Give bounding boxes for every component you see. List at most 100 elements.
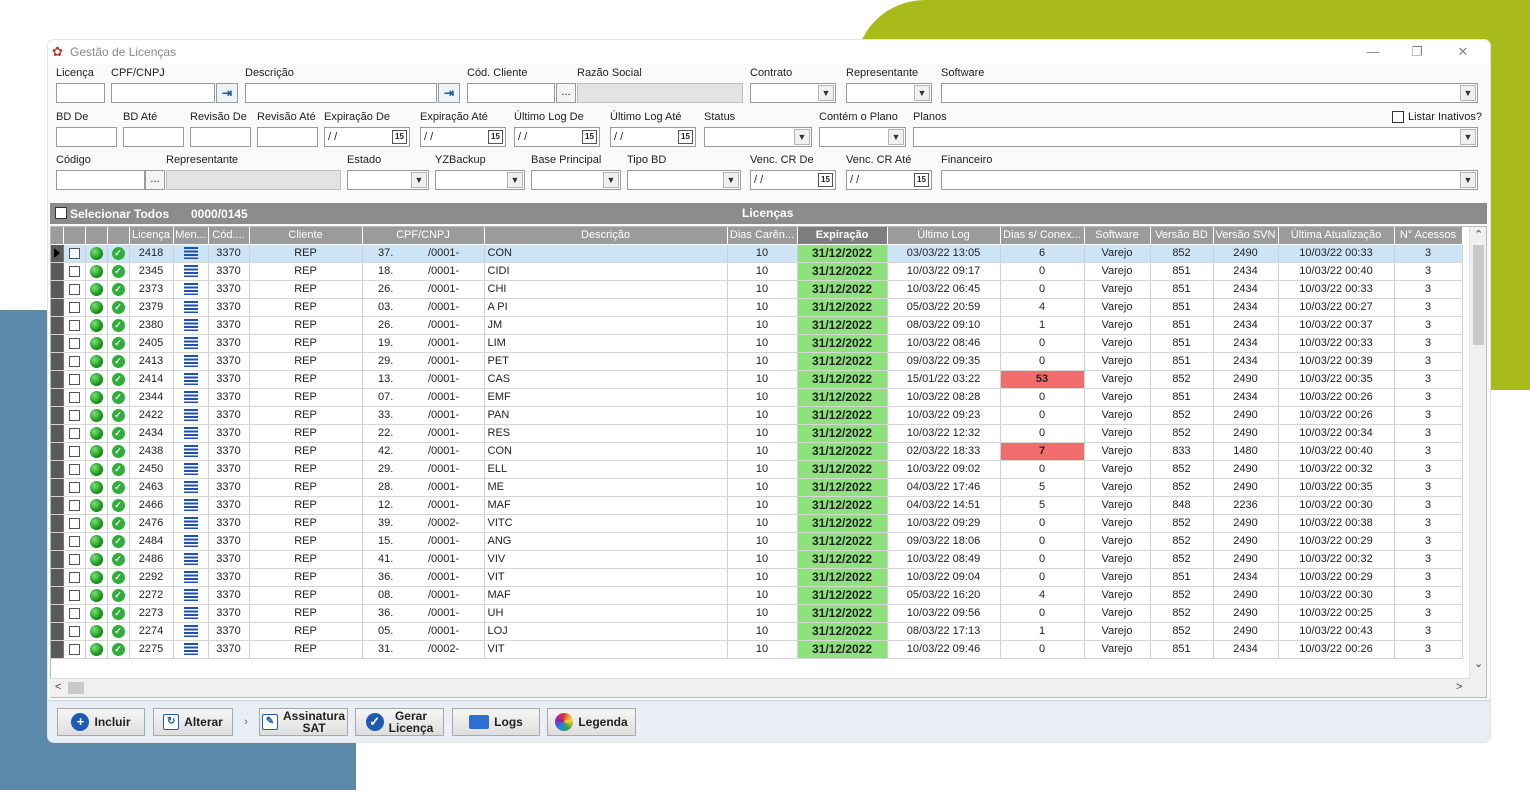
venc-cr-ate-date[interactable]: / / 15 xyxy=(846,170,932,190)
row-checkbox[interactable] xyxy=(68,571,80,583)
horizontal-scrollbar[interactable]: < > xyxy=(50,678,1470,697)
close-icon[interactable]: ✕ xyxy=(1448,42,1478,62)
yzbackup-select[interactable]: ▼ xyxy=(435,170,525,190)
table-row[interactable]: ✓ 2345 3370 REP 18./0001- CIDI 10 31/12/2022 10/… xyxy=(51,262,1463,281)
table-row[interactable]: ✓ 2438 3370 REP 42. /0001- CON 10 31/12/2022 02/0… xyxy=(51,442,1463,461)
table-row[interactable]: ✓ 2450 3370 REP 29./0001- ELL 10 31/12/2022 10/0… xyxy=(51,460,1463,479)
expiracao-de-date[interactable]: / / 15 xyxy=(324,127,410,147)
col-software[interactable]: Software xyxy=(1084,227,1151,245)
table-row[interactable]: ✓ 2274 3370 REP 05. /0001- LOJ 10 31/12/2022 08/0… xyxy=(51,622,1463,641)
software-select[interactable]: ▼ xyxy=(941,83,1478,103)
estado-select[interactable]: ▼ xyxy=(347,170,429,190)
cpf-cnpj-field[interactable] xyxy=(111,83,215,103)
menu-icon[interactable] xyxy=(183,535,198,548)
tipo-bd-select[interactable]: ▼ xyxy=(627,170,741,190)
menu-icon[interactable] xyxy=(183,427,198,440)
chevron-down-icon[interactable]: ▼ xyxy=(914,85,930,101)
col-cliente[interactable]: Cliente xyxy=(249,227,363,245)
alterar-button[interactable]: ↻ Alterar xyxy=(153,708,233,736)
chevron-down-icon[interactable]: ▼ xyxy=(1460,85,1476,101)
menu-icon[interactable] xyxy=(183,499,198,512)
row-checkbox[interactable] xyxy=(68,481,80,493)
row-checkbox[interactable] xyxy=(68,643,80,655)
row-checkbox[interactable] xyxy=(68,301,80,313)
row-checkbox[interactable] xyxy=(68,499,80,511)
table-row[interactable]: ✓ 2275 3370 REP 31./0002- VIT 10 31/12/2022 10/0… xyxy=(51,640,1463,659)
menu-icon[interactable] xyxy=(183,265,198,278)
scroll-down-icon[interactable]: ⌄ xyxy=(1474,657,1483,670)
col-versao-svn[interactable]: Versão SVN xyxy=(1213,227,1279,245)
table-row[interactable]: ✓ 2373 3370 REP 26./0001- CHI 10 31/12/2022 10/0… xyxy=(51,280,1463,299)
menu-icon[interactable] xyxy=(183,607,198,620)
table-row[interactable]: ✓ 2379 3370 REP 03. /0001- A PI 10 31/12/2022 05/… xyxy=(51,298,1463,317)
table-row[interactable]: ✓ 2273 3370 REP 36./0001- UH 10 31/12/2022 10/03… xyxy=(51,604,1463,623)
chevron-down-icon[interactable]: ▼ xyxy=(1460,172,1476,188)
col-dias-carencia[interactable]: Dias Carên... xyxy=(727,227,798,245)
codigo-field[interactable] xyxy=(56,170,145,190)
table-row[interactable]: ✓ 2414 3370 REP 13. /0001- CAS 10 31/12/2022 15/0… xyxy=(51,370,1463,389)
select-all-checkbox[interactable] xyxy=(55,207,67,219)
table-row[interactable]: ✓ 2486 3370 REP 41./0001- VIV 10 31/12/2022 10/0… xyxy=(51,550,1463,569)
codigo-lookup-button[interactable]: ... xyxy=(145,170,165,190)
table-row[interactable]: ✓ 2272 3370 REP 08. /0001- MAF 10 31/12/2022 05/0… xyxy=(51,586,1463,605)
chevron-down-icon[interactable]: ▼ xyxy=(411,172,427,188)
menu-icon[interactable] xyxy=(183,445,198,458)
contrato-select[interactable]: ▼ xyxy=(750,83,836,103)
ultimo-log-de-date[interactable]: / / 15 xyxy=(514,127,600,147)
row-checkbox[interactable] xyxy=(68,355,80,367)
descricao-field[interactable] xyxy=(245,83,437,103)
revisao-ate-field[interactable] xyxy=(257,127,318,147)
table-row[interactable]: ✓ 2380 3370 REP 26. /0001- JM 10 31/12/2022 08/03… xyxy=(51,316,1463,335)
scroll-left-icon[interactable]: < xyxy=(55,681,61,693)
listar-inativos-checkbox[interactable] xyxy=(1392,111,1404,123)
col-ultima-atualizacao[interactable]: Última Atualização xyxy=(1278,227,1395,245)
row-checkbox[interactable] xyxy=(68,337,80,349)
restore-icon[interactable]: ❐ xyxy=(1402,42,1432,62)
table-row[interactable]: ✓ 2476 3370 REP 39./0002- VITC 10 31/12/2022 10/… xyxy=(51,514,1463,533)
calendar-icon[interactable]: 15 xyxy=(914,173,929,187)
table-row[interactable]: ✓ 2466 3370 REP 12. /0001- MAF 10 31/12/2022 04/0… xyxy=(51,496,1463,515)
menu-icon[interactable] xyxy=(183,301,198,314)
chevron-down-icon[interactable]: ▼ xyxy=(507,172,523,188)
select-all-label[interactable]: Selecionar Todos xyxy=(70,207,169,221)
menu-icon[interactable] xyxy=(183,481,198,494)
vertical-scrollbar[interactable]: ⌃ ⌄ xyxy=(1469,227,1486,697)
licenca-field[interactable] xyxy=(56,83,105,103)
col-ultimo-log[interactable]: Último Log xyxy=(887,227,1001,245)
menu-icon[interactable] xyxy=(183,553,198,566)
table-row[interactable]: ✓ 2463 3370 REP 28. /0001- ME 10 31/12/2022 04/03… xyxy=(51,478,1463,497)
row-checkbox[interactable] xyxy=(68,607,80,619)
menu-icon[interactable] xyxy=(183,589,198,602)
col-cpf-cnpj[interactable]: CPF/CNPJ xyxy=(362,227,485,245)
bd-de-field[interactable] xyxy=(56,127,117,147)
table-row[interactable]: ✓ 2413 3370 REP 29. /0001- PET 10 31/12/2022 09/0… xyxy=(51,352,1463,371)
cpf-search-button[interactable]: ⇥ xyxy=(216,83,238,103)
table-row[interactable]: ✓ 2344 3370 REP 07./0001- EMF 10 31/12/2022 10/0… xyxy=(51,388,1463,407)
col-dias-sem-conexao[interactable]: Dias s/ Conex... xyxy=(1000,227,1085,245)
row-checkbox[interactable] xyxy=(68,319,80,331)
chevron-down-icon[interactable]: ▼ xyxy=(1460,129,1476,145)
venc-cr-de-date[interactable]: / / 15 xyxy=(750,170,836,190)
table-row[interactable]: ✓ 2405 3370 REP 19./0001- LIM 10 31/12/2022 10/0… xyxy=(51,334,1463,353)
scroll-up-icon[interactable]: ⌃ xyxy=(1474,228,1483,241)
table-row[interactable]: ✓ 2484 3370 REP 15. /0001- ANG 10 31/12/2022 09/0… xyxy=(51,532,1463,551)
row-checkbox[interactable] xyxy=(68,427,80,439)
menu-icon[interactable] xyxy=(183,409,198,422)
horizontal-scroll-thumb[interactable] xyxy=(68,682,84,694)
row-checkbox[interactable] xyxy=(68,409,80,421)
calendar-icon[interactable]: 15 xyxy=(582,130,597,144)
base-principal-select[interactable]: ▼ xyxy=(531,170,621,190)
representante-select[interactable]: ▼ xyxy=(846,83,932,103)
assinatura-sat-button[interactable]: ✎ Assinatura SAT xyxy=(259,708,348,736)
col-cod[interactable]: Cód.... xyxy=(208,227,250,245)
menu-icon[interactable] xyxy=(183,571,198,584)
incluir-button[interactable]: + Incluir xyxy=(57,708,145,736)
ultimo-log-ate-date[interactable]: / / 15 xyxy=(610,127,696,147)
menu-icon[interactable] xyxy=(183,283,198,296)
menu-icon[interactable] xyxy=(183,355,198,368)
row-checkbox[interactable] xyxy=(68,373,80,385)
chevron-down-icon[interactable]: ▼ xyxy=(888,129,904,145)
menu-icon[interactable] xyxy=(183,517,198,530)
calendar-icon[interactable]: 15 xyxy=(818,173,833,187)
bd-ate-field[interactable] xyxy=(123,127,184,147)
